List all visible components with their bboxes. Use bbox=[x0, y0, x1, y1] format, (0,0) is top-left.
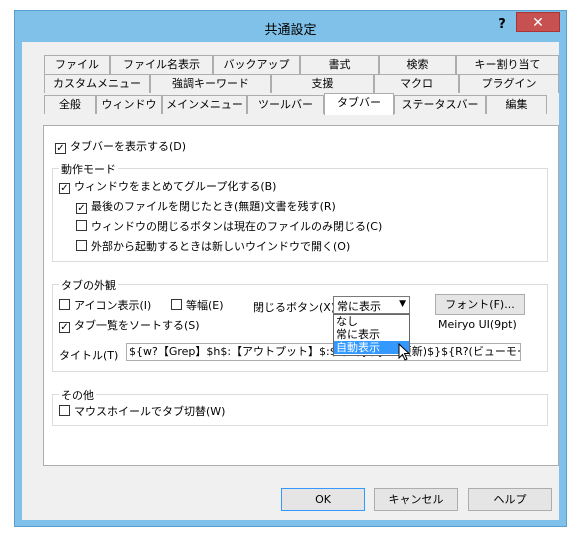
other-group: その他 マウスホイールでタブ切替(W) bbox=[52, 387, 548, 426]
tab-file[interactable]: ファイル bbox=[44, 55, 110, 74]
external-new-window-checkbox[interactable]: 外部から起動するときは新しいウインドウで開く(O) bbox=[76, 240, 350, 254]
tab-tabbar[interactable]: タブバー bbox=[324, 93, 394, 115]
tab-row-3: 全般 ウィンドウ メインメニュー ツールバー タブバー ステータスバー 編集 bbox=[44, 93, 559, 115]
tab-backup[interactable]: バックアップ bbox=[213, 55, 300, 74]
tab-custom-menu[interactable]: カスタムメニュー bbox=[44, 74, 150, 93]
checkbox-icon bbox=[59, 405, 70, 416]
font-name-label: Meiryo UI(9pt) bbox=[438, 318, 517, 331]
show-tabbar-checkbox[interactable]: ✓ タブバーを表示する(D) bbox=[55, 140, 186, 154]
behavior-group: 動作モード ✓ ウィンドウをまとめてグループ化する(B) ✓ 最後のファイルを閉じた… bbox=[52, 161, 548, 262]
mouse-cursor-icon bbox=[398, 343, 411, 361]
ok-button[interactable]: OK bbox=[281, 488, 365, 511]
behavior-legend: 動作モード bbox=[59, 161, 118, 177]
dialog-window: 共通設定 ? ✕ ファイル ファイル名表示 バックアップ 書式 検索 キー割り当… bbox=[14, 10, 567, 527]
font-button[interactable]: フォント(F)... bbox=[435, 294, 525, 315]
tab-assist[interactable]: 支援 bbox=[271, 74, 374, 93]
tab-toolbar[interactable]: ツールバー bbox=[247, 95, 324, 114]
tab-search[interactable]: 検索 bbox=[379, 55, 456, 74]
chevron-down-icon: ▼ bbox=[399, 299, 406, 309]
title-label: タイトル(T) bbox=[59, 349, 119, 362]
dropdown-option-always[interactable]: 常に表示 bbox=[334, 328, 409, 341]
dialog-client: ファイル ファイル名表示 バックアップ 書式 検索 キー割り当て カスタムメニュ… bbox=[22, 42, 559, 520]
tab-row-2: カスタムメニュー 強調キーワード 支援 マクロ プラグイン bbox=[44, 74, 559, 93]
tab-row-1: ファイル ファイル名表示 バックアップ 書式 検索 キー割り当て bbox=[44, 55, 559, 74]
tab-filename-display[interactable]: ファイル名表示 bbox=[110, 55, 213, 74]
tab-format[interactable]: 書式 bbox=[300, 55, 379, 74]
close-current-checkbox[interactable]: ウィンドウの閉じるボタンは現在のファイルのみ閉じる(C) bbox=[76, 220, 382, 234]
tab-plugin[interactable]: プラグイン bbox=[459, 74, 559, 93]
checkbox-icon: ✓ bbox=[76, 203, 87, 214]
help-title-button[interactable]: ? bbox=[490, 15, 514, 35]
checkbox-icon: ✓ bbox=[59, 183, 70, 194]
title-input[interactable]: ${w?【Grep】$h$:【アウトプット】$:$f$n$}${U?(更新)$}… bbox=[126, 343, 521, 361]
tab-macro[interactable]: マクロ bbox=[374, 74, 459, 93]
checkbox-icon bbox=[76, 220, 87, 231]
cancel-button[interactable]: キャンセル bbox=[374, 488, 458, 511]
tabbar-panel: ✓ タブバーを表示する(D) 動作モード ✓ ウィンドウをまとめてグループ化する(B… bbox=[43, 125, 559, 466]
group-windows-checkbox[interactable]: ✓ ウィンドウをまとめてグループ化する(B) bbox=[59, 180, 276, 194]
checkbox-icon: ✓ bbox=[59, 322, 70, 333]
close-button[interactable]: ✕ bbox=[516, 12, 560, 32]
checkbox-icon bbox=[171, 299, 182, 310]
sort-tabs-checkbox[interactable]: ✓ タブ一覧をソートする(S) bbox=[59, 319, 200, 333]
tab-statusbar[interactable]: ステータスバー bbox=[394, 95, 486, 114]
tab-general[interactable]: 全般 bbox=[44, 95, 96, 114]
close-button-label: 閉じるボタン(X) bbox=[253, 301, 336, 314]
wheel-switch-checkbox[interactable]: マウスホイールでタブ切替(W) bbox=[59, 405, 225, 419]
tab-highlight-keyword[interactable]: 強調キーワード bbox=[150, 74, 271, 93]
keep-last-checkbox[interactable]: ✓ 最後のファイルを閉じたとき(無題)文書を残す(R) bbox=[76, 200, 336, 214]
tab-window[interactable]: ウィンドウ bbox=[96, 95, 162, 114]
window-title: 共通設定 bbox=[264, 23, 317, 38]
dropdown-option-none[interactable]: なし bbox=[334, 315, 409, 328]
appearance-group: タブの外観 アイコン表示(I) 等幅(E) 閉じるボタン(X) 常に表示 ▼ な… bbox=[52, 277, 548, 372]
tab-main-menu[interactable]: メインメニュー bbox=[162, 95, 247, 114]
checkbox-icon bbox=[59, 299, 70, 310]
tab-key-assign[interactable]: キー割り当て bbox=[456, 55, 559, 74]
close-button-select[interactable]: 常に表示 ▼ bbox=[333, 296, 410, 314]
icon-display-checkbox[interactable]: アイコン表示(I) bbox=[59, 299, 151, 313]
checkbox-icon bbox=[76, 240, 87, 251]
help-button[interactable]: ヘルプ bbox=[468, 488, 552, 511]
appearance-legend: タブの外観 bbox=[59, 277, 118, 293]
checkbox-icon: ✓ bbox=[55, 143, 66, 154]
tab-edit[interactable]: 編集 bbox=[486, 95, 547, 114]
equal-width-checkbox[interactable]: 等幅(E) bbox=[171, 299, 224, 313]
title-bar: 共通設定 ? ✕ bbox=[15, 11, 566, 41]
other-legend: その他 bbox=[59, 387, 96, 403]
